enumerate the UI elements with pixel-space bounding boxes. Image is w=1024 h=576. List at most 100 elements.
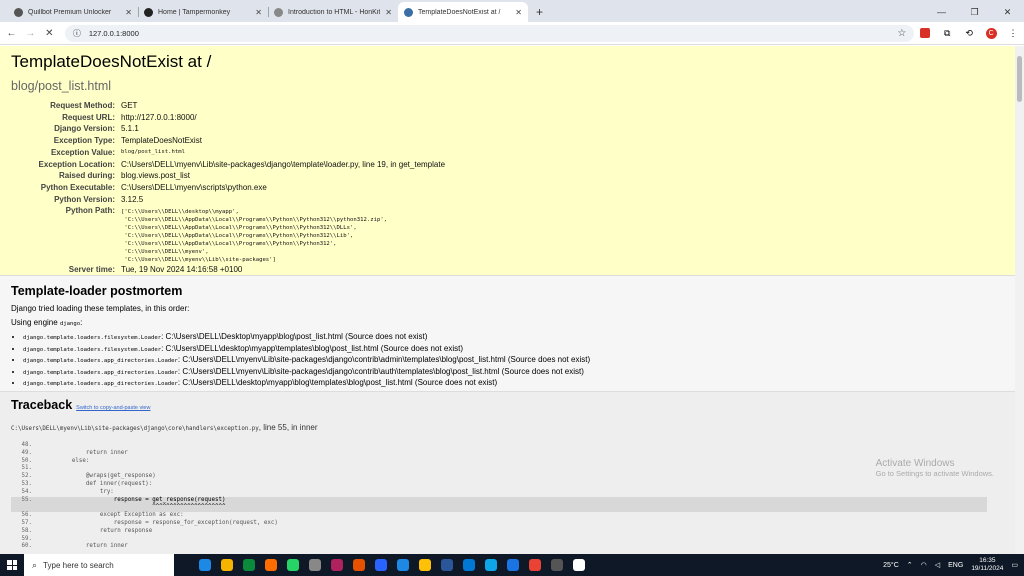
switch-view-link[interactable]: Switch to copy-and-paste view <box>76 405 150 411</box>
taskbar-search[interactable]: ⌕ Type here to search <box>24 554 174 576</box>
windows-logo-icon <box>7 560 17 570</box>
extensions-puzzle-icon[interactable]: ⧉ <box>936 26 958 40</box>
tab-close-icon[interactable]: ✕ <box>385 8 392 17</box>
tray-chevron-icon[interactable]: ⌃ <box>907 561 913 569</box>
code-line[interactable]: 49. return inner <box>11 450 1004 458</box>
line-number: 60. <box>21 543 32 550</box>
menu-kebab-icon[interactable]: ⋮ <box>1002 26 1024 40</box>
page-scrollbar[interactable] <box>1015 46 1024 554</box>
taskbar-app-icon[interactable] <box>370 554 392 576</box>
language-indicator[interactable]: ENG <box>948 562 963 569</box>
meta-value: blog.views.post_list <box>121 171 190 181</box>
new-tab-button[interactable]: + <box>528 2 551 22</box>
code-line[interactable]: 57. response = response_for_exception(re… <box>11 520 1004 528</box>
restore-icon[interactable]: ❐ <box>958 7 991 18</box>
meta-value: C:\Users\DELL\myenv\scripts\python.exe <box>121 182 267 192</box>
taskbar-app-icon[interactable] <box>546 554 568 576</box>
tab-2[interactable]: Introduction to HTML - HonKit ✕ <box>268 2 398 22</box>
site-info-icon[interactable]: ⓘ <box>73 28 81 39</box>
minimize-icon[interactable]: — <box>925 7 958 17</box>
start-button[interactable] <box>0 554 24 576</box>
meta-key: Request Method: <box>50 101 115 110</box>
close-window-icon[interactable]: ✕ <box>991 7 1024 18</box>
code-line[interactable]: 50. else: <box>11 458 1004 466</box>
taskbar-app-icon[interactable] <box>194 554 216 576</box>
line-number: 50. <box>21 457 32 464</box>
code-line[interactable]: 52. @wraps(get_response) <box>11 473 1004 481</box>
meta-key: Exception Location: <box>38 159 115 169</box>
template-loader-postmortem: Template-loader postmortem Django tried … <box>0 276 1015 392</box>
taskbar-app-icon[interactable] <box>458 554 480 576</box>
line-number: 48. <box>21 442 32 448</box>
code-line[interactable]: 53. def inner(request): <box>11 481 1004 489</box>
taskbar-app-icon[interactable] <box>524 554 546 576</box>
loader-path: : C:\Users\DELL\desktop\myapp\templates\… <box>161 343 463 353</box>
tab-label: Introduction to HTML - HonKit <box>288 8 381 16</box>
bookmark-star-icon[interactable]: ☆ <box>897 28 906 39</box>
tab-3[interactable]: TemplateDoesNotExist at / ✕ <box>398 2 528 22</box>
taskbar-app-icon[interactable] <box>414 554 436 576</box>
notifications-icon[interactable]: ▭ <box>1011 561 1018 569</box>
address-bar: ← → ✕ ⓘ 127.0.0.1:8000 ☆ ⧉ ⟲ C ⋮ <box>0 22 1024 45</box>
taskbar-app-icon[interactable] <box>502 554 524 576</box>
tab-close-icon[interactable]: ✕ <box>125 8 132 17</box>
taskbar-app-icon[interactable] <box>282 554 304 576</box>
taskbar-app-icon[interactable] <box>480 554 502 576</box>
meta-value: GET <box>121 101 138 110</box>
forward-icon[interactable]: → <box>21 28 40 39</box>
stop-icon[interactable]: ✕ <box>40 28 59 39</box>
taskbar-app-icon[interactable] <box>260 554 282 576</box>
list-item: django.template.loaders.filesystem.Loade… <box>23 332 1004 344</box>
tab-close-icon[interactable]: ✕ <box>255 8 262 17</box>
back-icon[interactable]: ← <box>2 28 21 39</box>
taskbar-app-icon[interactable] <box>238 554 260 576</box>
code-line[interactable]: 59. <box>11 536 1004 544</box>
taskbar-app-icon[interactable] <box>216 554 238 576</box>
request-meta-table: Request Method: GET Request URL: http://127… <box>11 100 1004 276</box>
clock[interactable]: 16:35 19/11/2024 <box>971 557 1003 573</box>
loader-path: : C:\Users\DELL\Desktop\myapp\blog\post_… <box>161 332 428 341</box>
code-line[interactable]: 60. return inner <box>11 543 1004 551</box>
window-controls: — ❐ ✕ <box>925 2 1024 22</box>
tab-close-icon[interactable]: ✕ <box>515 8 522 17</box>
weather-temp[interactable]: 25°C <box>883 562 899 569</box>
system-tray: 25°C ⌃ ◠ ◁ ENG 16:35 19/11/2024 ▭ <box>883 557 1024 573</box>
code-line[interactable]: 58. return response <box>11 528 1004 536</box>
url-field[interactable]: ⓘ 127.0.0.1:8000 ☆ <box>64 24 915 42</box>
volume-icon[interactable]: ◁ <box>935 561 940 569</box>
traceback-section: Traceback Switch to copy-and-paste view C… <box>0 392 1015 554</box>
meta-key: Server time: <box>68 265 115 275</box>
line-code: except Exception as exc: <box>44 512 184 519</box>
frame-file-path[interactable]: C:\Users\DELL\myenv\Lib\site-packages\dj… <box>11 423 1004 432</box>
loader-name: django.template.loaders.app_directories.… <box>23 358 178 365</box>
page-title: TemplateDoesNotExist at / <box>11 52 212 71</box>
code-line[interactable]: 54. try: <box>11 489 1004 497</box>
extension-download-icon[interactable] <box>914 26 936 40</box>
code-line[interactable]: 56. except Exception as exc: <box>11 512 1004 520</box>
taskbar-app-icon[interactable] <box>392 554 414 576</box>
tab-1[interactable]: Home | Tampermonkey ✕ <box>138 2 268 22</box>
meta-key: Python Version: <box>54 194 115 204</box>
loader-name: django.template.loaders.filesystem.Loade… <box>23 346 162 353</box>
line-code: return response <box>44 527 153 534</box>
wifi-icon[interactable]: ◠ <box>921 561 927 569</box>
activate-windows-watermark: Activate Windows Go to Settings to activ… <box>875 458 994 478</box>
profile-avatar[interactable]: C <box>980 26 1002 40</box>
taskbar-app-icon[interactable] <box>304 554 326 576</box>
sync-icon[interactable]: ⟲ <box>958 26 980 40</box>
loader-name: django.template.loaders.app_directories.… <box>23 369 178 376</box>
meta-key: Django Version: <box>54 124 115 134</box>
list-item: django.template.loaders.app_directories.… <box>23 367 1004 379</box>
loader-path: : C:\Users\DELL\myenv\Lib\site-packages\… <box>177 355 591 365</box>
postmortem-list: django.template.loaders.filesystem.Loade… <box>11 332 1004 390</box>
tab-0[interactable]: Quillbot Premium Unlocker ✕ <box>8 2 138 22</box>
tab-favicon-icon <box>404 7 413 17</box>
taskbar-app-icon[interactable] <box>348 554 370 576</box>
code-line[interactable]: 55. response = get_response(request) ^^^… <box>11 496 987 513</box>
taskbar-app-icon[interactable] <box>326 554 348 576</box>
taskbar-app-icon[interactable] <box>568 554 590 576</box>
code-line[interactable]: 51. <box>11 465 1004 473</box>
taskbar-app-icon[interactable] <box>436 554 458 576</box>
line-number: 55. <box>21 496 32 503</box>
code-line[interactable]: 48. <box>11 442 1004 450</box>
